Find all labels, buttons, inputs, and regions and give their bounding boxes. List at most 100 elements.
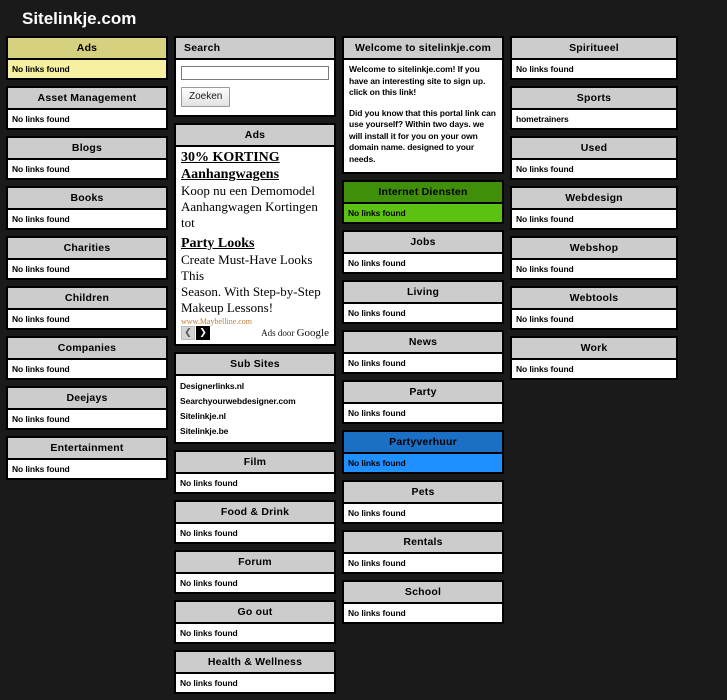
welcome-block-title: Welcome to sitelinkje.com [344, 38, 502, 60]
category-block-body: No links found [8, 60, 166, 78]
category-block: Webshop No links found [510, 236, 678, 280]
category-block-body: No links found [512, 360, 676, 378]
category-block: Charities No links found [6, 236, 168, 280]
category-block-body: No links found [344, 204, 502, 222]
category-block-body: No links found [176, 474, 334, 492]
category-block-title: News [344, 332, 502, 354]
ad-2-title[interactable]: Party Looks [181, 235, 329, 252]
sub-sites-block-title: Sub Sites [176, 354, 334, 376]
category-block-content: No links found [348, 508, 406, 518]
category-block-body: No links found [176, 524, 334, 542]
category-block-title: Food & Drink [176, 502, 334, 524]
category-block-content: No links found [180, 528, 238, 538]
category-block-content: No links found [180, 628, 238, 638]
chevron-right-icon[interactable]: ❯ [196, 326, 210, 340]
category-block: Webtools No links found [510, 286, 678, 330]
category-block-title: Pets [344, 482, 502, 504]
category-block: Forum No links found [174, 550, 336, 594]
category-block-title: Jobs [344, 232, 502, 254]
column-2: Search Zoeken Ads 30% KORTING Aanhangwag… [174, 36, 336, 700]
sub-sites-block: Sub Sites Designerlinks.nl Searchyourweb… [174, 352, 336, 444]
column-1: Ads No links found Asset Management No link… [6, 36, 168, 486]
ad-2-body-line-3: Makeup Lessons! [181, 300, 274, 315]
category-block-content: No links found [516, 314, 574, 324]
category-block-body: No links found [8, 360, 166, 378]
category-block: Deejays No links found [6, 386, 168, 430]
list-item[interactable]: Sitelinkje.be [180, 424, 330, 439]
category-block-body: hometrainers [512, 110, 676, 128]
category-block: Health & Wellness No links found [174, 650, 336, 694]
category-block-body: No links found [512, 160, 676, 178]
category-block-content: No links found [12, 164, 70, 174]
ads-block-title: Ads [176, 125, 334, 147]
category-block-title: Entertainment [8, 438, 166, 460]
column-3: Welcome to sitelinkje.com Welcome to sit… [342, 36, 504, 630]
site-header: Sitelinkje.com [0, 0, 727, 36]
category-block-content: No links found [12, 414, 70, 424]
category-block-title: Forum [176, 552, 334, 574]
category-block: Living No links found [342, 280, 504, 324]
welcome-paragraph-2: Did you know that this portal link can u… [349, 107, 496, 164]
category-block-content: No links found [180, 578, 238, 588]
category-block: Go out No links found [174, 600, 336, 644]
category-block: Work No links found [510, 336, 678, 380]
category-block-title: Rentals [344, 532, 502, 554]
search-input[interactable] [181, 66, 329, 80]
category-block: Spiritueel No links found [510, 36, 678, 80]
welcome-paragraph-1: Welcome to sitelinkje.com! If you have a… [349, 64, 486, 97]
category-block-title: Blogs [8, 138, 166, 160]
category-block-content: No links found [348, 608, 406, 618]
list-item[interactable]: Designerlinks.nl [180, 379, 330, 394]
category-block-content: No links found [516, 364, 574, 374]
category-block-content: No links found [516, 164, 574, 174]
ad-1-body-line-2: Aanhangwagen Kortingen tot [181, 199, 318, 230]
chevron-left-icon[interactable]: ❮ [181, 326, 195, 340]
category-block-title: Living [344, 282, 502, 304]
category-block-content: No links found [348, 558, 406, 568]
category-block: Children No links found [6, 286, 168, 330]
category-block-content: No links found [12, 464, 70, 474]
category-block-title: Books [8, 188, 166, 210]
category-block-title: Webshop [512, 238, 676, 260]
list-item[interactable]: Sitelinkje.nl [180, 409, 330, 424]
category-block-body: No links found [512, 260, 676, 278]
category-block: Used No links found [510, 136, 678, 180]
category-block-title: Asset Management [8, 88, 166, 110]
list-item[interactable]: Searchyourwebdesigner.com [180, 394, 330, 409]
category-block-title: Spiritueel [512, 38, 676, 60]
category-block-content: No links found [348, 308, 406, 318]
category-block: Pets No links found [342, 480, 504, 524]
category-block-content: No links found [12, 314, 70, 324]
category-block-title: Internet Diensten [344, 182, 502, 204]
category-block-content: No links found [12, 114, 70, 124]
page-title: Sitelinkje.com [22, 9, 137, 28]
category-block-body: No links found [176, 674, 334, 692]
column-3-category-blocks: Internet Diensten No links found Jobs No li… [342, 180, 504, 624]
link-directory-columns: Ads No links found Asset Management No link… [0, 36, 727, 700]
category-block: News No links found [342, 330, 504, 374]
search-submit-button[interactable]: Zoeken [181, 87, 231, 107]
ad-1-title-line-1[interactable]: 30% KORTING [181, 149, 329, 166]
category-block-body: No links found [344, 604, 502, 622]
category-block-title: Deejays [8, 388, 166, 410]
category-block-title: Webtools [512, 288, 676, 310]
category-block-body: No links found [8, 210, 166, 228]
ads-block: Ads 30% KORTING Aanhangwagens Koop nu ee… [174, 123, 336, 346]
category-block-title: Partyverhuur [344, 432, 502, 454]
category-block-body: No links found [512, 310, 676, 328]
ad-2-body-line-1: Create Must-Have Looks This [181, 252, 313, 283]
ad-2-body-line-2: Season. With Step-by-Step [181, 284, 321, 299]
category-block: Blogs No links found [6, 136, 168, 180]
search-block: Search Zoeken [174, 36, 336, 117]
category-block-title: Sports [512, 88, 676, 110]
category-block-content: No links found [348, 408, 406, 418]
column-4: Spiritueel No links found Sports hometraine… [510, 36, 678, 386]
ad-2-display-url: www.Maybelline.com [181, 317, 253, 326]
ads-by-text: Ads door [261, 328, 295, 338]
category-block-title: Webdesign [512, 188, 676, 210]
ad-1-title-line-2[interactable]: Aanhangwagens [181, 166, 329, 183]
ads-footer: ❮ ❯ Ads door Google [181, 326, 329, 342]
category-block-title: Companies [8, 338, 166, 360]
welcome-block: Welcome to sitelinkje.com Welcome to sit… [342, 36, 504, 174]
ads-block-body: 30% KORTING Aanhangwagens Koop nu een De… [176, 147, 334, 344]
